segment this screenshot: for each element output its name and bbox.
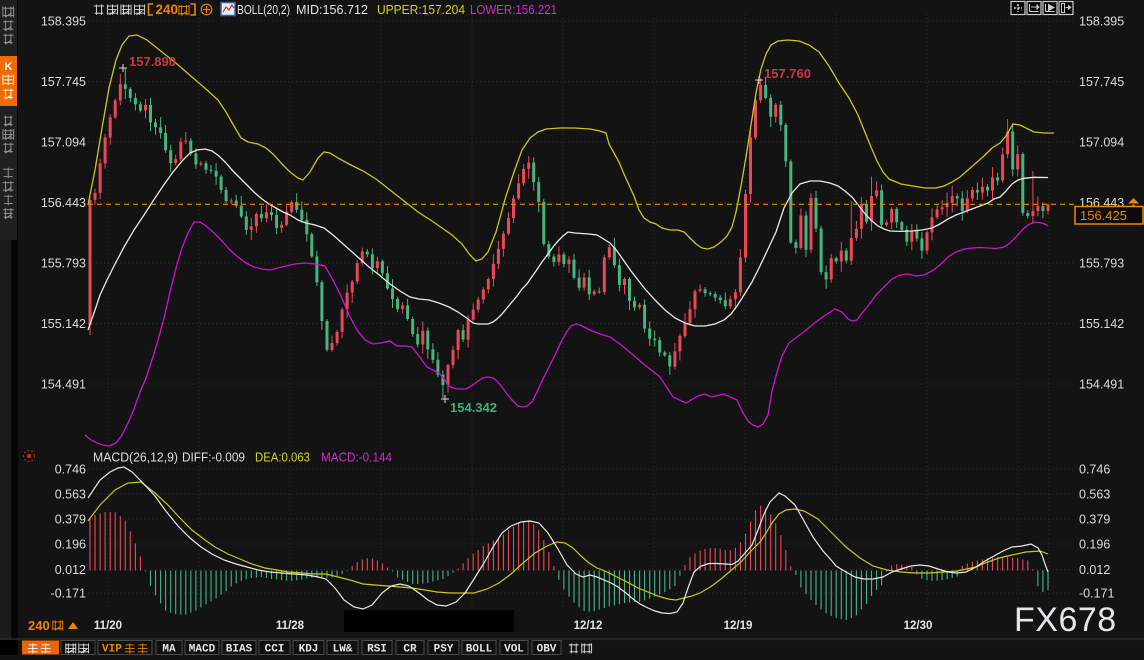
svg-text:157.094: 157.094: [1079, 136, 1124, 150]
svg-text:DIFF:-0.009: DIFF:-0.009: [182, 450, 245, 465]
svg-text:240: 240: [156, 2, 179, 17]
svg-text:157.094: 157.094: [41, 136, 86, 150]
svg-text:BIAS: BIAS: [226, 644, 253, 656]
svg-text:0.563: 0.563: [1079, 488, 1110, 502]
svg-text:KDJ: KDJ: [299, 644, 319, 656]
svg-text:VOL: VOL: [504, 644, 524, 656]
svg-text:158.395: 158.395: [41, 15, 86, 29]
svg-text:LOWER:156.221: LOWER:156.221: [470, 3, 557, 17]
svg-text:155.142: 155.142: [1079, 317, 1124, 331]
svg-text:157.760: 157.760: [764, 66, 811, 81]
svg-text:154.491: 154.491: [41, 378, 86, 392]
svg-text:MACD: MACD: [189, 644, 216, 656]
svg-text:154.342: 154.342: [450, 400, 497, 415]
svg-text:-0.171: -0.171: [1079, 587, 1114, 601]
svg-text:BOLL: BOLL: [466, 644, 493, 656]
svg-text:0.012: 0.012: [1079, 563, 1110, 577]
svg-text:155.793: 155.793: [41, 257, 86, 271]
svg-text:MACD(26,12,9): MACD(26,12,9): [93, 450, 178, 465]
svg-text:PSY: PSY: [434, 644, 454, 656]
svg-text:-0.171: -0.171: [51, 587, 86, 601]
svg-text:DEA:0.063: DEA:0.063: [255, 450, 310, 465]
svg-text:0.563: 0.563: [55, 488, 86, 502]
svg-text:157.745: 157.745: [1079, 75, 1124, 89]
svg-text:240: 240: [28, 618, 50, 633]
svg-text:12/30: 12/30: [904, 620, 933, 632]
svg-text:MA: MA: [162, 644, 176, 656]
svg-text:K: K: [5, 61, 13, 73]
svg-text:11/28: 11/28: [276, 620, 305, 632]
svg-text:UPPER:157.204: UPPER:157.204: [377, 3, 465, 17]
svg-text:VIP: VIP: [102, 644, 122, 656]
svg-text:154.491: 154.491: [1079, 378, 1124, 392]
svg-text:OBV: OBV: [537, 644, 557, 656]
svg-text:158.395: 158.395: [1079, 15, 1124, 29]
svg-text:CCI: CCI: [265, 644, 285, 656]
svg-text:BOLL(20,2): BOLL(20,2): [237, 3, 290, 17]
svg-text:RSI: RSI: [367, 644, 387, 656]
svg-text:LW&: LW&: [333, 644, 353, 656]
svg-text:MACD:-0.144: MACD:-0.144: [321, 450, 392, 465]
svg-text:156.425: 156.425: [1080, 208, 1127, 223]
svg-text:156.443: 156.443: [41, 196, 86, 210]
svg-text:12/19: 12/19: [724, 620, 753, 632]
svg-text:CR: CR: [403, 644, 417, 656]
svg-text:157.890: 157.890: [129, 54, 176, 69]
svg-text:157.745: 157.745: [41, 75, 86, 89]
svg-text:0.196: 0.196: [1079, 538, 1110, 552]
svg-text:0.746: 0.746: [1079, 463, 1110, 477]
svg-text:11/20: 11/20: [94, 620, 122, 632]
svg-text:155.142: 155.142: [41, 317, 86, 331]
svg-text:0.012: 0.012: [55, 563, 86, 577]
svg-text:0.379: 0.379: [1079, 513, 1110, 527]
svg-text:MID:156.712: MID:156.712: [296, 3, 368, 17]
svg-text:155.793: 155.793: [1079, 257, 1124, 271]
svg-text:0.746: 0.746: [55, 463, 86, 477]
svg-text:12/12: 12/12: [574, 620, 603, 632]
svg-text:0.196: 0.196: [55, 538, 86, 552]
svg-text:0.379: 0.379: [55, 513, 86, 527]
svg-text:FX678: FX678: [1014, 601, 1117, 639]
